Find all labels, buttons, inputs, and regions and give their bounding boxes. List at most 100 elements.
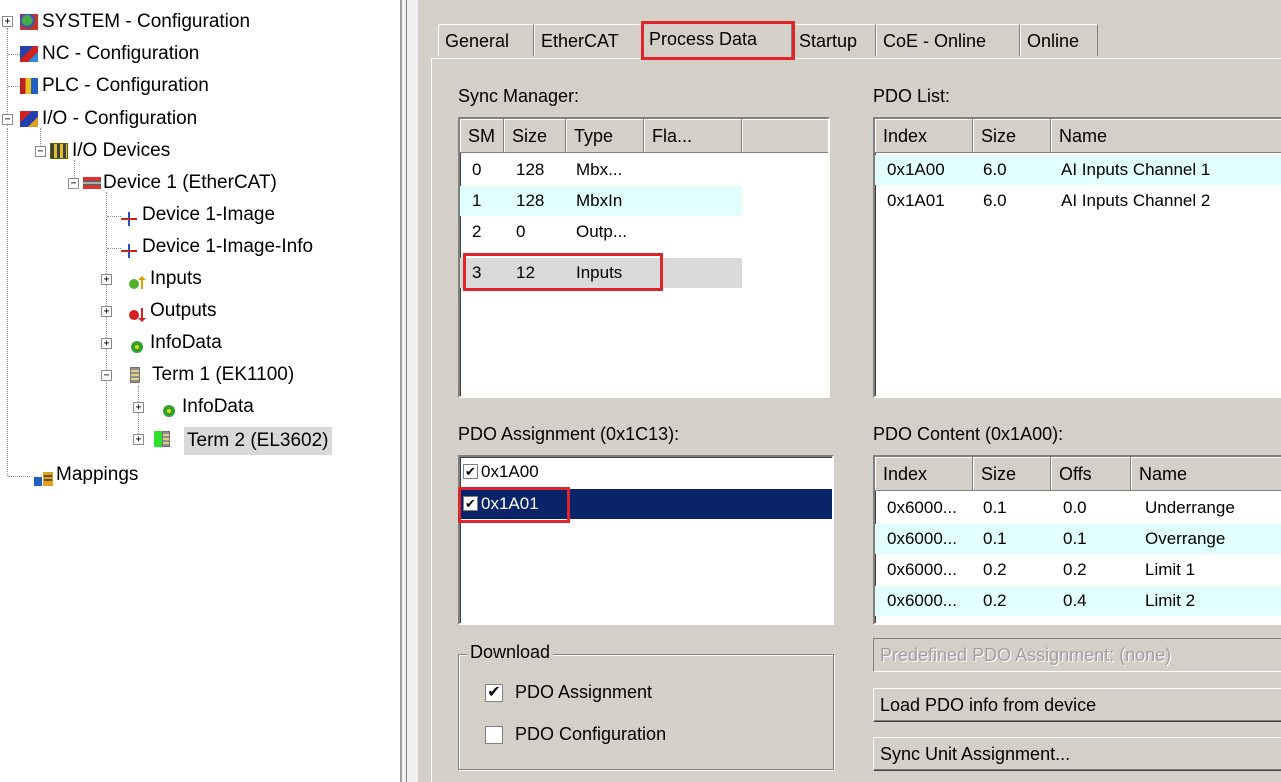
column-header[interactable]: Index <box>875 119 973 153</box>
infodata-icon <box>128 335 146 353</box>
table-cell: Limit 1 <box>1145 560 1196 579</box>
column-header[interactable]: Fla... <box>644 119 742 153</box>
table-cell: 3 <box>472 263 482 282</box>
table-cell: 128 <box>516 191 545 210</box>
column-header[interactable]: Name <box>1131 457 1281 491</box>
table-cell: 0.2 <box>983 560 1007 579</box>
splitter-handle[interactable] <box>400 0 418 782</box>
expand-toggle[interactable]: + <box>133 402 144 413</box>
sync-unit-assignment-button[interactable]: Sync Unit Assignment... <box>873 737 1281 771</box>
table-cell: 128 <box>516 160 545 179</box>
expand-toggle[interactable]: + <box>101 306 112 317</box>
tab-online[interactable]: Online <box>1020 24 1098 56</box>
column-header[interactable]: Size <box>973 119 1051 153</box>
terminal-icon <box>162 431 170 447</box>
image-icon <box>120 207 138 226</box>
table-cell: Inputs <box>576 263 623 282</box>
column-header[interactable]: Index <box>875 457 973 491</box>
pdo-assignment-checkbox[interactable]: ✔ <box>463 464 478 479</box>
column-header[interactable]: Size <box>504 119 566 153</box>
inputs-icon <box>128 271 146 289</box>
sync-manager-list[interactable]: SM Size Type Fla... 0 128 Mbx... 1 128 M… <box>458 117 830 398</box>
expand-toggle[interactable]: + <box>2 16 13 27</box>
tab-general[interactable]: General <box>438 24 534 56</box>
table-cell: 6.0 <box>983 160 1007 179</box>
column-header[interactable]: Type <box>566 119 644 153</box>
outputs-icon <box>128 303 146 322</box>
column-header[interactable]: Offs <box>1051 457 1131 491</box>
table-cell: 0x6000... <box>887 529 957 548</box>
checkbox-label: PDO Assignment <box>515 682 653 702</box>
pdo-assignment-list[interactable]: ✔ 0x1A00 ✔ 0x1A01 <box>458 455 834 625</box>
pdo-content-label: PDO Content (0x1A00): <box>873 424 1064 444</box>
pdo-configuration-download-checkbox[interactable] <box>485 726 503 744</box>
tab-startup[interactable]: Startup <box>792 24 876 56</box>
table-cell: 6.0 <box>983 191 1007 210</box>
download-group-title: Download <box>467 642 554 663</box>
list-item-label: 0x1A01 <box>481 494 539 513</box>
image-info-icon <box>120 239 138 258</box>
terminal-icon <box>130 367 140 383</box>
table-cell: 1 <box>472 191 482 210</box>
expand-toggle[interactable]: + <box>133 434 144 445</box>
expand-toggle[interactable]: + <box>101 274 112 285</box>
collapse-toggle[interactable]: − <box>101 370 112 381</box>
table-cell: 0x6000... <box>887 591 957 610</box>
table-cell: 0x1A01 <box>887 191 945 210</box>
pdo-assignment-download-checkbox[interactable]: ✔ <box>485 684 503 702</box>
table-cell: Limit 2 <box>1145 591 1196 610</box>
collapse-toggle[interactable]: − <box>35 146 46 157</box>
table-cell: 12 <box>516 263 535 282</box>
infodata-icon <box>160 399 178 417</box>
predefined-pdo-assignment-dropdown[interactable]: Predefined PDO Assignment: (none) <box>873 638 1281 672</box>
download-group: Download ✔ PDO Assignment PDO Configurat… <box>458 642 834 770</box>
list-item[interactable]: 0x1A00 <box>481 457 539 487</box>
tab-process-data[interactable]: Process Data <box>642 22 792 60</box>
nc-config-icon <box>20 46 38 62</box>
table-cell: AI Inputs Channel 2 <box>1061 191 1211 210</box>
table-cell: Overrange <box>1145 529 1226 548</box>
table-cell: 0x1A00 <box>887 160 945 179</box>
table-cell: 0.1 <box>983 498 1007 517</box>
pdo-assignment-label: PDO Assignment (0x1C13): <box>458 424 680 444</box>
plc-config-icon <box>20 78 38 94</box>
column-header[interactable]: Size <box>973 457 1051 491</box>
table-cell: 2 <box>472 222 482 241</box>
load-pdo-info-button[interactable]: Load PDO info from device <box>873 688 1281 722</box>
system-config-icon <box>20 14 38 30</box>
mappings-icon <box>34 467 53 486</box>
table-cell: 0.1 <box>983 529 1007 548</box>
table-cell: Outp... <box>576 222 628 241</box>
table-cell: 0x6000... <box>887 498 957 517</box>
column-header-filler <box>742 119 828 153</box>
config-tree[interactable]: + SYSTEM - Configuration NC - Configurat… <box>0 0 398 782</box>
table-cell: 0.2 <box>983 591 1007 610</box>
collapse-toggle[interactable]: − <box>68 178 79 189</box>
tab-ethercat[interactable]: EtherCAT <box>534 24 642 56</box>
table-cell: 0.1 <box>1063 529 1087 548</box>
table-cell: 0.2 <box>1063 560 1087 579</box>
sync-manager-label: Sync Manager: <box>458 86 580 106</box>
expand-toggle[interactable]: + <box>101 338 112 349</box>
tab-coe-online[interactable]: CoE - Online <box>876 24 1020 56</box>
pdo-content-list[interactable]: Index Size Offs Name 0x6000... 0.1 0.0 U… <box>873 455 1281 625</box>
collapse-toggle[interactable]: − <box>2 114 13 125</box>
table-cell: Mbx... <box>576 160 623 179</box>
table-cell: 0 <box>472 160 482 179</box>
table-cell: 0.0 <box>1063 498 1087 517</box>
table-cell: AI Inputs Channel 1 <box>1061 160 1211 179</box>
io-config-icon <box>20 111 38 127</box>
pdo-list-label: PDO List: <box>873 86 951 106</box>
column-header[interactable]: Name <box>1051 119 1281 153</box>
pdo-list[interactable]: Index Size Name 0x1A00 6.0 AI Inputs Cha… <box>873 117 1281 398</box>
column-header[interactable]: SM <box>460 119 504 153</box>
table-cell: 0 <box>516 222 526 241</box>
table-cell: MbxIn <box>576 191 623 210</box>
ethercat-device-icon <box>83 177 101 189</box>
table-cell: Underrange <box>1145 498 1235 517</box>
table-cell: 0x6000... <box>887 560 957 579</box>
io-devices-icon <box>50 143 68 159</box>
properties-pane: General EtherCAT Process Data Startup Co… <box>418 0 1281 782</box>
pdo-assignment-checkbox[interactable]: ✔ <box>463 496 478 511</box>
terminal-icon <box>154 431 162 447</box>
